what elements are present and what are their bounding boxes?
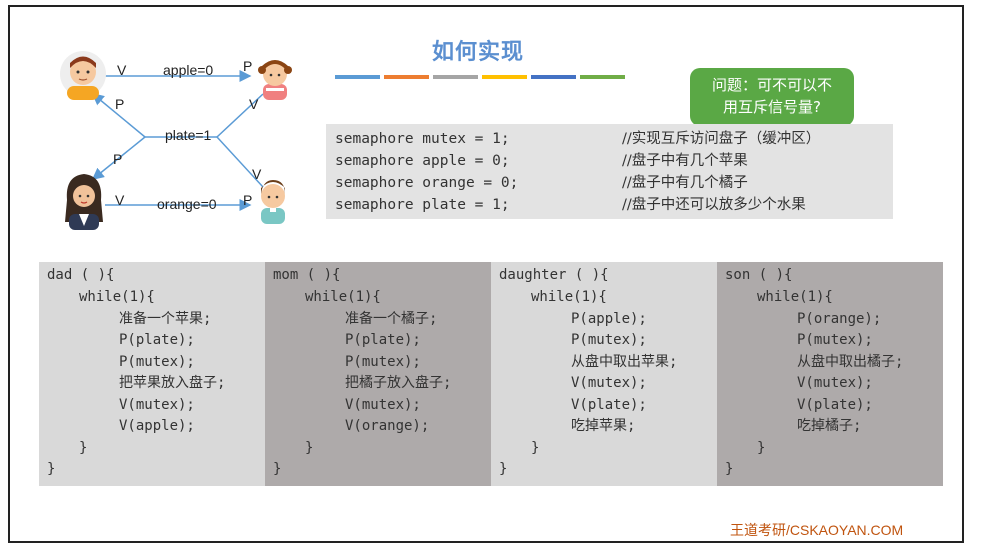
dad-v-label: V [117, 62, 127, 78]
proc-header: dad ( ){ [47, 267, 115, 283]
proc-stmt: V(plate); [571, 397, 647, 413]
daughter-p-label: P [243, 58, 253, 74]
daughter-avatar-icon [258, 60, 292, 100]
color-bar-4 [482, 75, 527, 79]
slide-title: 如何实现 [432, 40, 525, 65]
dad-p-label: P [115, 96, 125, 112]
proc-stmt: P(orange); [797, 311, 882, 327]
proc-stmt: 从盘中取出苹果; [571, 354, 678, 370]
proc-close-inner: } [757, 440, 766, 456]
proc-stmt: V(mutex); [119, 397, 195, 413]
apple-label: apple=0 [163, 62, 214, 78]
sem-code-mutex: semaphore mutex = 1; [335, 131, 510, 147]
mom-v-label: V [115, 192, 125, 208]
proc-close-outer: } [725, 461, 734, 477]
sem-comment-mutex: //实现互斥访问盘子（缓冲区） [622, 131, 821, 147]
sem-code-plate: semaphore plate = 1; [335, 197, 510, 213]
proc-stmt: P(plate); [345, 332, 421, 348]
proc-stmt: P(plate); [119, 332, 195, 348]
semaphore-declarations: semaphore mutex = 1; //实现互斥访问盘子（缓冲区） sem… [326, 124, 893, 219]
proc-close-inner: } [305, 440, 314, 456]
proc-stmt: 吃掉橘子; [797, 418, 862, 434]
proc-header: mom ( ){ [273, 267, 341, 283]
proc-stmt: V(apple); [119, 418, 195, 434]
proc-stmt: P(mutex); [571, 332, 647, 348]
mom-p-label: P [113, 151, 123, 167]
color-bar-1 [335, 75, 380, 79]
footer-brand: 王道考研/CSKAOYAN.COM [730, 522, 904, 538]
proc-close-outer: } [47, 461, 56, 477]
question-line-2: 用互斥信号量? [723, 98, 821, 116]
proc-loop: while(1){ [79, 289, 155, 305]
color-bar-2 [384, 75, 429, 79]
son-v-label: V [252, 166, 262, 182]
proc-stmt: P(mutex); [119, 354, 195, 370]
son-p-label: P [243, 192, 253, 208]
color-bar-3 [433, 75, 478, 79]
daughter-v-label: V [249, 96, 259, 112]
dad-avatar-icon [60, 51, 106, 100]
proc-stmt: 把苹果放入盘子; [119, 375, 226, 391]
proc-stmt: 吃掉苹果; [571, 418, 636, 434]
sem-code-apple: semaphore apple = 0; [335, 153, 510, 169]
question-line-1: 问题：可不可以不 [711, 76, 832, 94]
mom-avatar-icon [65, 174, 103, 230]
producer-consumer-diagram: V apple=0 P P V plate=1 P V V orange=0 P [55, 42, 315, 232]
proc-stmt: 把橘子放入盘子; [345, 375, 452, 391]
proc-stmt: V(orange); [345, 418, 430, 434]
sem-comment-orange: //盘子中有几个橘子 [622, 175, 748, 191]
proc-stmt: P(mutex); [345, 354, 421, 370]
proc-stmt: 从盘中取出橘子; [797, 354, 904, 370]
proc-close-inner: } [531, 440, 540, 456]
plate-label: plate=1 [165, 127, 212, 143]
proc-stmt: P(apple); [571, 311, 647, 327]
sem-code-orange: semaphore orange = 0; [335, 175, 519, 191]
proc-loop: while(1){ [531, 289, 607, 305]
process-mom: mom ( ){ while(1){ 准备一个橘子; P(plate); P(m… [265, 262, 491, 486]
proc-stmt: V(plate); [797, 397, 873, 413]
proc-stmt: V(mutex); [797, 375, 873, 391]
proc-close-outer: } [499, 461, 508, 477]
process-daughter: daughter ( ){ while(1){ P(apple); P(mute… [491, 262, 717, 486]
proc-stmt: 准备一个苹果; [119, 311, 212, 327]
proc-loop: while(1){ [757, 289, 833, 305]
proc-loop: while(1){ [305, 289, 381, 305]
proc-stmt: P(mutex); [797, 332, 873, 348]
process-dad: dad ( ){ while(1){ 准备一个苹果; P(plate); P(m… [39, 262, 265, 486]
process-son: son ( ){ while(1){ P(orange); P(mutex); … [717, 262, 943, 486]
sem-comment-plate: //盘子中还可以放多少个水果 [622, 197, 806, 213]
proc-header: daughter ( ){ [499, 267, 609, 283]
proc-stmt: V(mutex); [571, 375, 647, 391]
proc-stmt: 准备一个橘子; [345, 311, 438, 327]
orange-label: orange=0 [157, 196, 217, 212]
proc-stmt: V(mutex); [345, 397, 421, 413]
color-bar-6 [580, 75, 625, 79]
question-bubble: 问题：可不可以不 用互斥信号量? [690, 68, 854, 126]
proc-close-outer: } [273, 461, 282, 477]
sem-comment-apple: //盘子中有几个苹果 [622, 153, 748, 169]
proc-header: son ( ){ [725, 267, 793, 283]
proc-close-inner: } [79, 440, 88, 456]
color-bar-5 [531, 75, 576, 79]
color-bars [335, 75, 625, 79]
